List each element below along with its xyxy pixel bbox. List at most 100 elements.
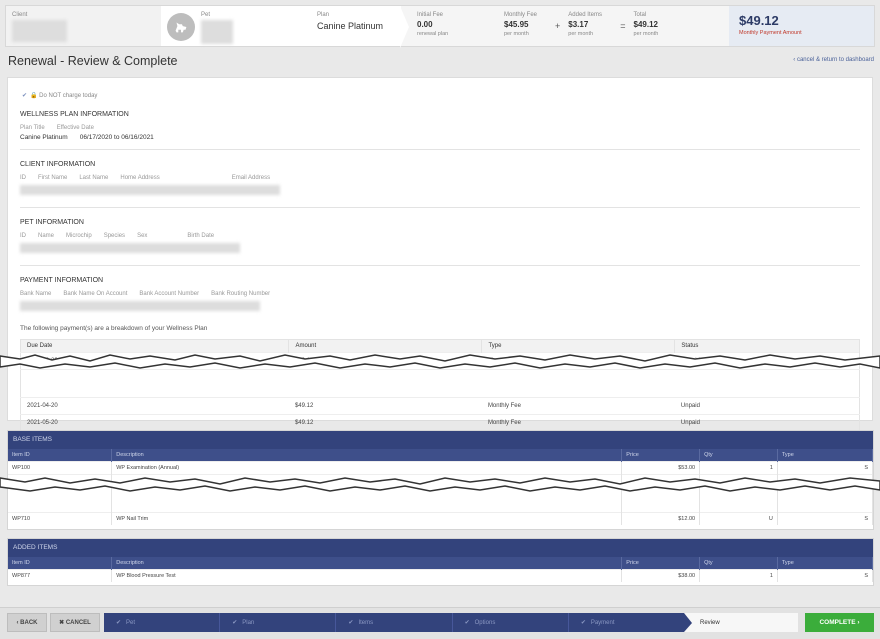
checkmark-icon: ✔ [22, 93, 28, 99]
plan-summary-bar: Client Pet Plan Canine Platinum Initial … [5, 5, 875, 48]
col-price: Price [621, 449, 701, 462]
field-label: Sex [137, 233, 148, 239]
client-heading: CLIENT INFORMATION [20, 161, 96, 168]
step-plan[interactable]: ✔ Plan [220, 613, 337, 632]
cell-amount: $49.12 [288, 414, 482, 432]
do-not-charge-label: 🔒 Do NOT charge today [30, 93, 98, 99]
cancel-button[interactable]: ✖ CANCEL [50, 613, 100, 632]
wellness-field-labels: Plan Title Effective Date [20, 125, 860, 131]
cell-type: Monthly Fee [481, 397, 675, 415]
initial-fee-value: 0.00 [417, 20, 433, 29]
table-header-row: Item ID Description Price Qty Type [8, 557, 874, 570]
client-label: Client [12, 12, 28, 18]
added-items-label: Added Items [568, 12, 602, 18]
step-pet[interactable]: ✔ Pet [104, 613, 221, 632]
step-label: Plan [242, 619, 255, 626]
payment-field-labels: Bank Name Bank Name On Account Bank Acco… [20, 291, 860, 297]
client-values-redacted [20, 185, 280, 195]
checkmark-icon: ✔ [348, 620, 354, 626]
divider [20, 265, 860, 266]
col-description: Description [111, 449, 623, 462]
field-label: Name [38, 233, 55, 239]
pet-heading: PET INFORMATION [20, 219, 84, 226]
col-qty: Qty [699, 557, 778, 570]
monthly-payment-amount: $49.12 Monthly Payment Amount [729, 6, 874, 46]
cell-status: Unpaid [674, 397, 860, 415]
added-items-table: Item ID Description Price Qty Type WP877… [8, 557, 874, 582]
plan-label: Plan [317, 12, 330, 18]
pet-avatar [167, 13, 195, 41]
table-row: WP710 WP Nail Trim $12.00 U S [8, 512, 874, 525]
monthly-fee: Monthly Fee $45.95 per month [500, 6, 551, 46]
step-payment[interactable]: ✔ Payment [569, 613, 684, 632]
checkmark-icon: ✔ [580, 620, 586, 626]
cell-type: S [777, 569, 874, 582]
step-label: Review [700, 619, 720, 626]
plus-sign: + [555, 21, 561, 31]
step-options[interactable]: ✔ Options [453, 613, 569, 632]
cell-type: Monthly Fee [481, 414, 675, 432]
field-label: Birth Date [187, 233, 215, 239]
field-label: Bank Routing Number [211, 291, 271, 297]
effective-date-value: 06/17/2020 to 06/16/2021 [79, 134, 154, 141]
monthly-payment-value: $49.12 [739, 13, 779, 28]
field-label: Bank Name On Account [63, 291, 128, 297]
complete-button[interactable]: COMPLETE › [805, 613, 874, 632]
payment-heading: PAYMENT INFORMATION [20, 277, 104, 284]
divider [20, 149, 860, 150]
step-items[interactable]: ✔ Items [336, 613, 453, 632]
cancel-return-link[interactable]: ‹ cancel & return to dashboard [793, 57, 874, 63]
fee-breakdown: Initial Fee 0.00 renewal plan Monthly Fe… [400, 6, 729, 48]
added-items-sub: per month [568, 31, 594, 37]
torn-edge [0, 477, 880, 492]
checkmark-icon: ✔ [116, 620, 122, 626]
cell-amount: $49.12 [288, 397, 482, 415]
payment-values-redacted [20, 301, 260, 311]
do-not-charge-checkbox[interactable]: ✔ 🔒 Do NOT charge today [22, 92, 860, 99]
cell-due: 2021-04-20 [20, 397, 289, 415]
pet-name-redacted [201, 20, 233, 44]
dog-icon [175, 22, 187, 33]
monthly-fee-value: $45.95 [504, 20, 529, 29]
table-row-gap [20, 369, 860, 398]
cell-item-id: WP710 [8, 512, 113, 525]
pet-values-redacted [20, 243, 240, 253]
total-label: Total [633, 12, 647, 18]
field-label: ID [20, 175, 26, 181]
added-items-fee: Added Items $3.17 per month [564, 6, 616, 46]
effective-date-label: Effective Date [56, 125, 94, 131]
col-type: Type [777, 557, 874, 570]
step-review-current: Review [684, 613, 798, 632]
wizard-footer: ‹ BACK ✖ CANCEL ✔ Pet ✔ Plan ✔ Items ✔ Optio… [0, 607, 880, 639]
client-summary: Client [6, 6, 161, 46]
cell-status: Unpaid [674, 414, 860, 432]
checkmark-icon: ✔ [232, 620, 238, 626]
equals-sign: = [620, 21, 626, 31]
monthly-payment-caption: Monthly Payment Amount [739, 30, 802, 36]
col-qty: Qty [699, 449, 778, 462]
cell-price: $38.00 [621, 569, 701, 582]
col-description: Description [111, 557, 623, 570]
monthly-fee-sub: per month [504, 31, 529, 37]
page-title: Renewal - Review & Complete [8, 54, 178, 68]
total-sub: per month [633, 31, 659, 37]
table-row: 2021-05-20 $49.12 Monthly Fee Unpaid [20, 414, 860, 432]
plan-value: Canine Platinum [317, 21, 384, 31]
step-label: Pet [126, 619, 136, 626]
table-row: 2021-04-20 $49.12 Monthly Fee Unpaid [20, 397, 860, 415]
field-label: Bank Name [20, 291, 52, 297]
cell-price: $12.00 [621, 512, 701, 525]
wizard-steps: ✔ Pet ✔ Plan ✔ Items ✔ Options ✔ Payment [104, 613, 684, 632]
plan-summary: Plan Canine Platinum [311, 6, 401, 46]
monthly-fee-label: Monthly Fee [504, 12, 538, 18]
back-button[interactable]: ‹ BACK [7, 613, 47, 632]
field-label: Species [103, 233, 126, 239]
field-label: Microchip [66, 233, 92, 239]
cell-description: WP Blood Pressure Test [111, 569, 623, 582]
field-label: Email Address [231, 175, 271, 181]
col-type: Type [777, 449, 874, 462]
pet-summary: Pet [161, 6, 311, 46]
initial-fee: Initial Fee 0.00 renewal plan [413, 6, 500, 46]
initial-fee-label: Initial Fee [417, 12, 444, 18]
base-items-heading: BASE ITEMS [8, 431, 873, 449]
